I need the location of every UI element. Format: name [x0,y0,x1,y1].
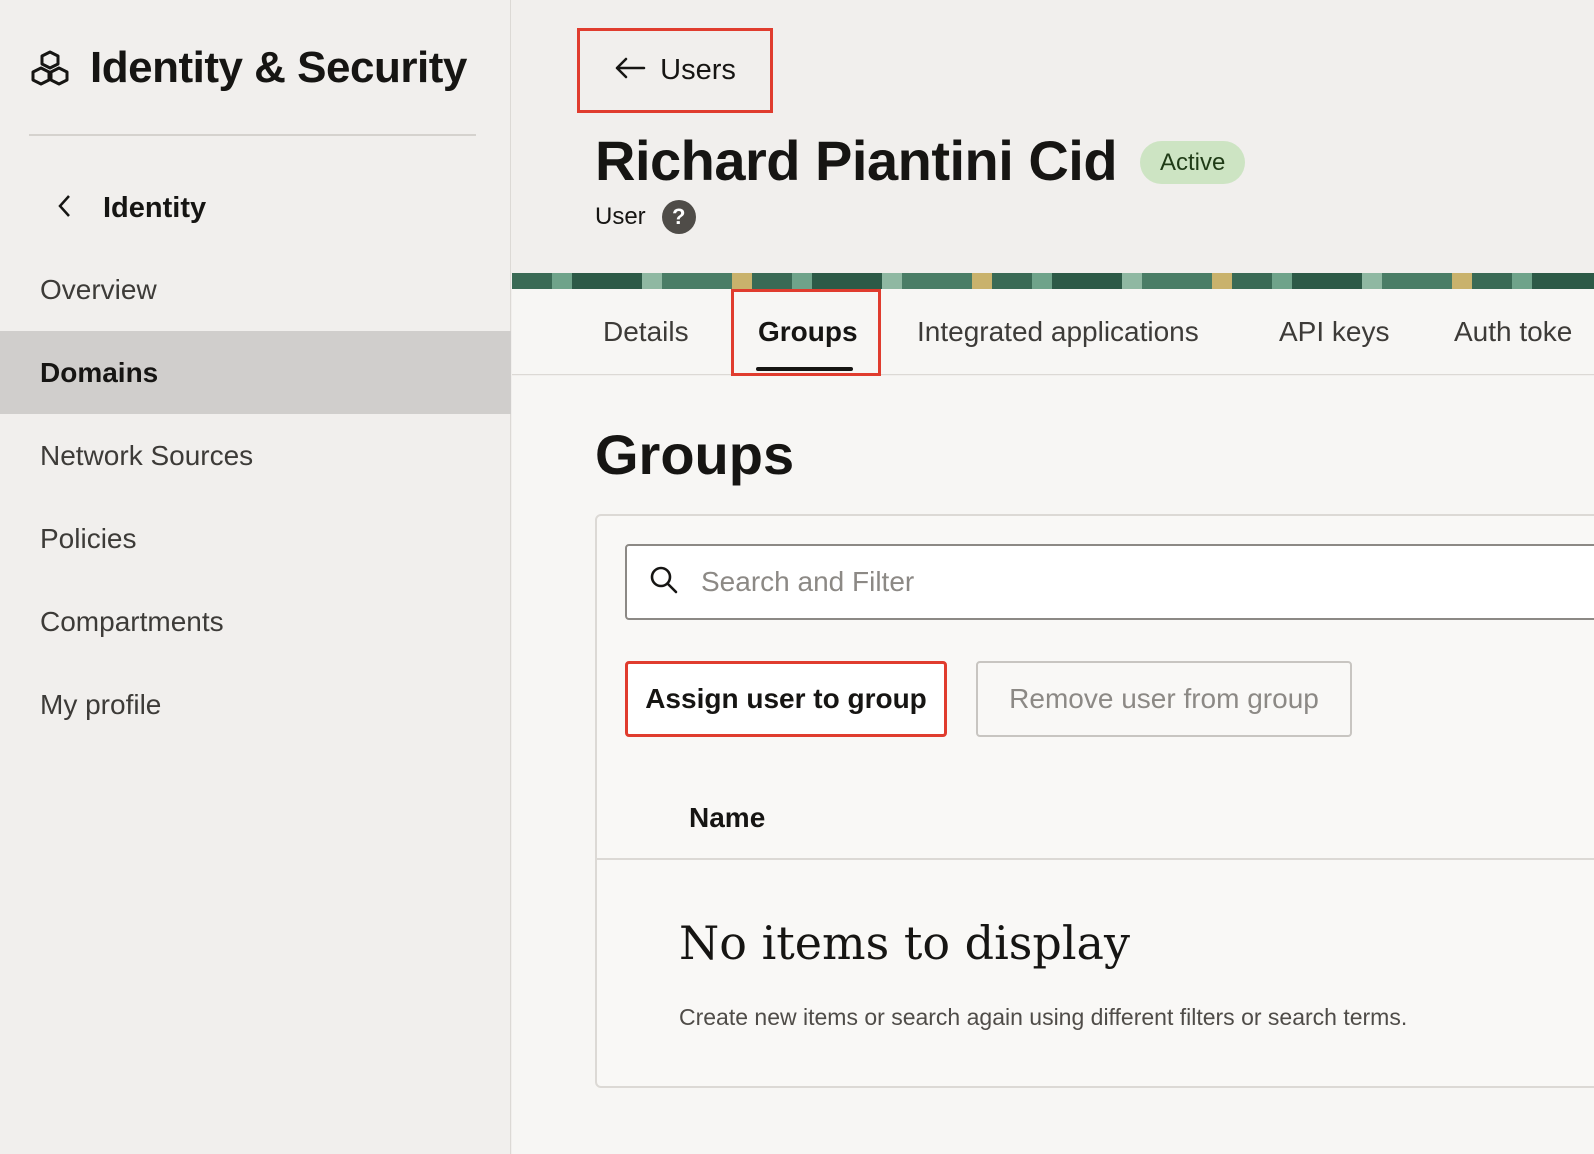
back-link-label: Users [660,54,736,86]
page-title: Richard Piantini Cid [595,129,1118,192]
sidebar-item-my-profile[interactable]: My profile [0,663,511,746]
column-header-name[interactable]: Name [689,802,765,834]
tab-api-keys[interactable]: API keys [1279,289,1389,375]
table-divider [597,858,1594,860]
chevron-left-icon [55,193,73,224]
decorative-banner [512,273,1594,289]
tab-bar: Details Groups Integrated applications A… [512,289,1594,376]
search-input[interactable] [701,566,1301,598]
remove-user-from-group-button[interactable]: Remove user from group [976,661,1352,737]
groups-section: Groups Assign user to group Remove user … [512,376,1594,1154]
tab-details[interactable]: Details [603,289,689,375]
app-title: Identity & Security [30,40,467,96]
back-to-users-link[interactable]: Users [577,28,773,113]
search-icon [649,565,679,600]
sidebar-nav: Overview Domains Network Sources Policie… [0,248,511,746]
sidebar-back-identity[interactable]: Identity [55,186,206,230]
empty-state-title: No items to display [679,916,1130,970]
cubes-icon [30,48,70,88]
tab-active-indicator [756,367,853,371]
sidebar-back-label: Identity [103,191,207,224]
tab-auth-tokens[interactable]: Auth toke [1454,289,1572,375]
subtitle-row: User ? [595,200,696,234]
arrow-left-icon [614,56,646,85]
sidebar-item-network-sources[interactable]: Network Sources [0,414,511,497]
app-title-text: Identity & Security [90,43,467,92]
sidebar-item-compartments[interactable]: Compartments [0,580,511,663]
tab-groups-highlight [731,289,881,376]
section-title: Groups [595,423,795,486]
sidebar: Identity & Security Identity Overview Do… [0,0,511,1154]
sidebar-divider [29,134,476,136]
sidebar-item-policies[interactable]: Policies [0,497,511,580]
tab-integrated-applications[interactable]: Integrated applications [917,289,1199,375]
sidebar-item-overview[interactable]: Overview [0,248,511,331]
sidebar-item-domains[interactable]: Domains [0,331,511,414]
help-icon[interactable]: ? [661,200,696,234]
status-badge: Active [1140,141,1246,184]
search-box[interactable] [625,544,1594,620]
main-content: Users Richard Piantini Cid Active User ?… [512,0,1594,1154]
groups-panel: Assign user to group Remove user from gr… [595,514,1594,1088]
assign-user-to-group-button[interactable]: Assign user to group [625,661,947,737]
empty-state-description: Create new items or search again using d… [679,1004,1408,1030]
page-subtitle: User [595,203,646,230]
